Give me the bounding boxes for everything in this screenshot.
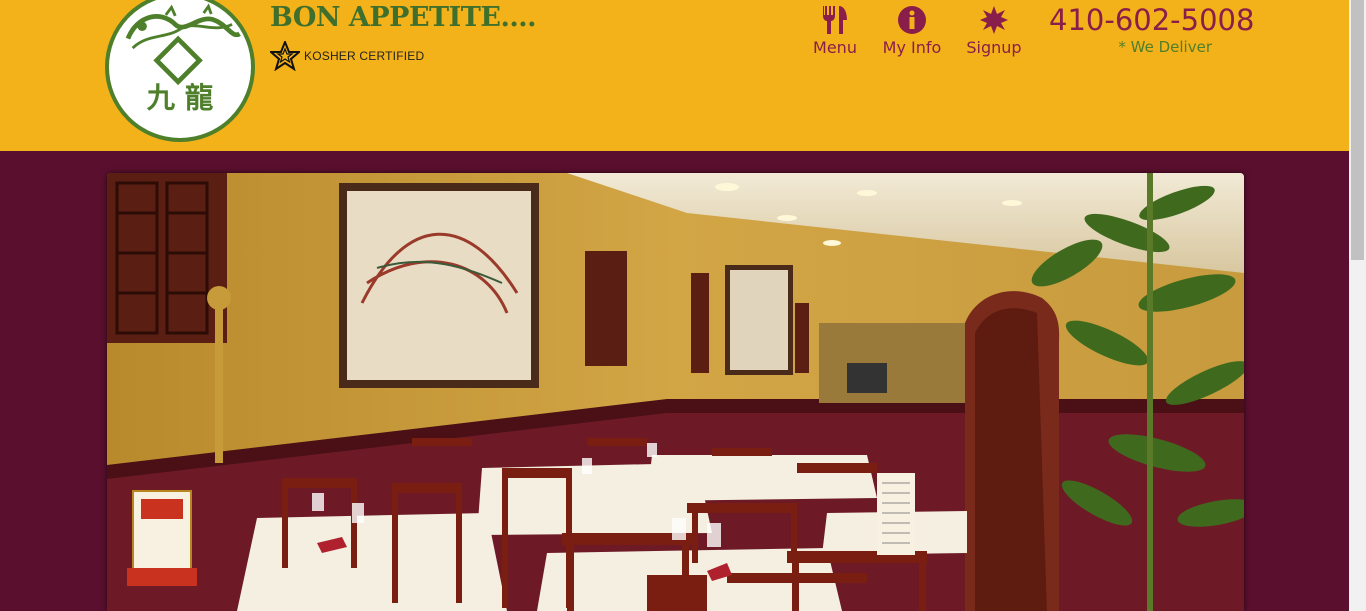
nav-my-info-label: My Info xyxy=(882,38,942,57)
kosher-badge: KOSHER CERTIFIED xyxy=(270,41,424,71)
phone-number[interactable]: 410-602-5008 xyxy=(1049,3,1254,37)
kosher-label: KOSHER CERTIFIED xyxy=(304,49,425,63)
starburst-icon xyxy=(979,4,1009,36)
nav-menu[interactable]: Menu xyxy=(813,4,857,57)
restaurant-logo[interactable]: 九 龍 xyxy=(105,0,255,142)
star-icon xyxy=(270,41,300,71)
site-header: 九 龍 BON APPETITE.... KOSHER CERTIFIED Me… xyxy=(0,0,1349,151)
nav-menu-label: Menu xyxy=(813,38,857,57)
nav-my-info[interactable]: My Info xyxy=(882,4,942,57)
page-scrollbar[interactable] xyxy=(1349,0,1366,611)
delivery-note: * We Deliver xyxy=(1118,38,1212,56)
fork-knife-icon xyxy=(820,4,850,36)
nav-signup[interactable]: Signup xyxy=(966,4,1022,57)
page-tagline: BON APPETITE.... xyxy=(270,2,537,33)
scrollbar-thumb[interactable] xyxy=(1351,0,1364,260)
nav-signup-label: Signup xyxy=(966,38,1022,57)
hero-image xyxy=(107,173,1244,611)
logo-characters: 九 龍 xyxy=(147,82,214,115)
info-icon xyxy=(897,4,927,36)
